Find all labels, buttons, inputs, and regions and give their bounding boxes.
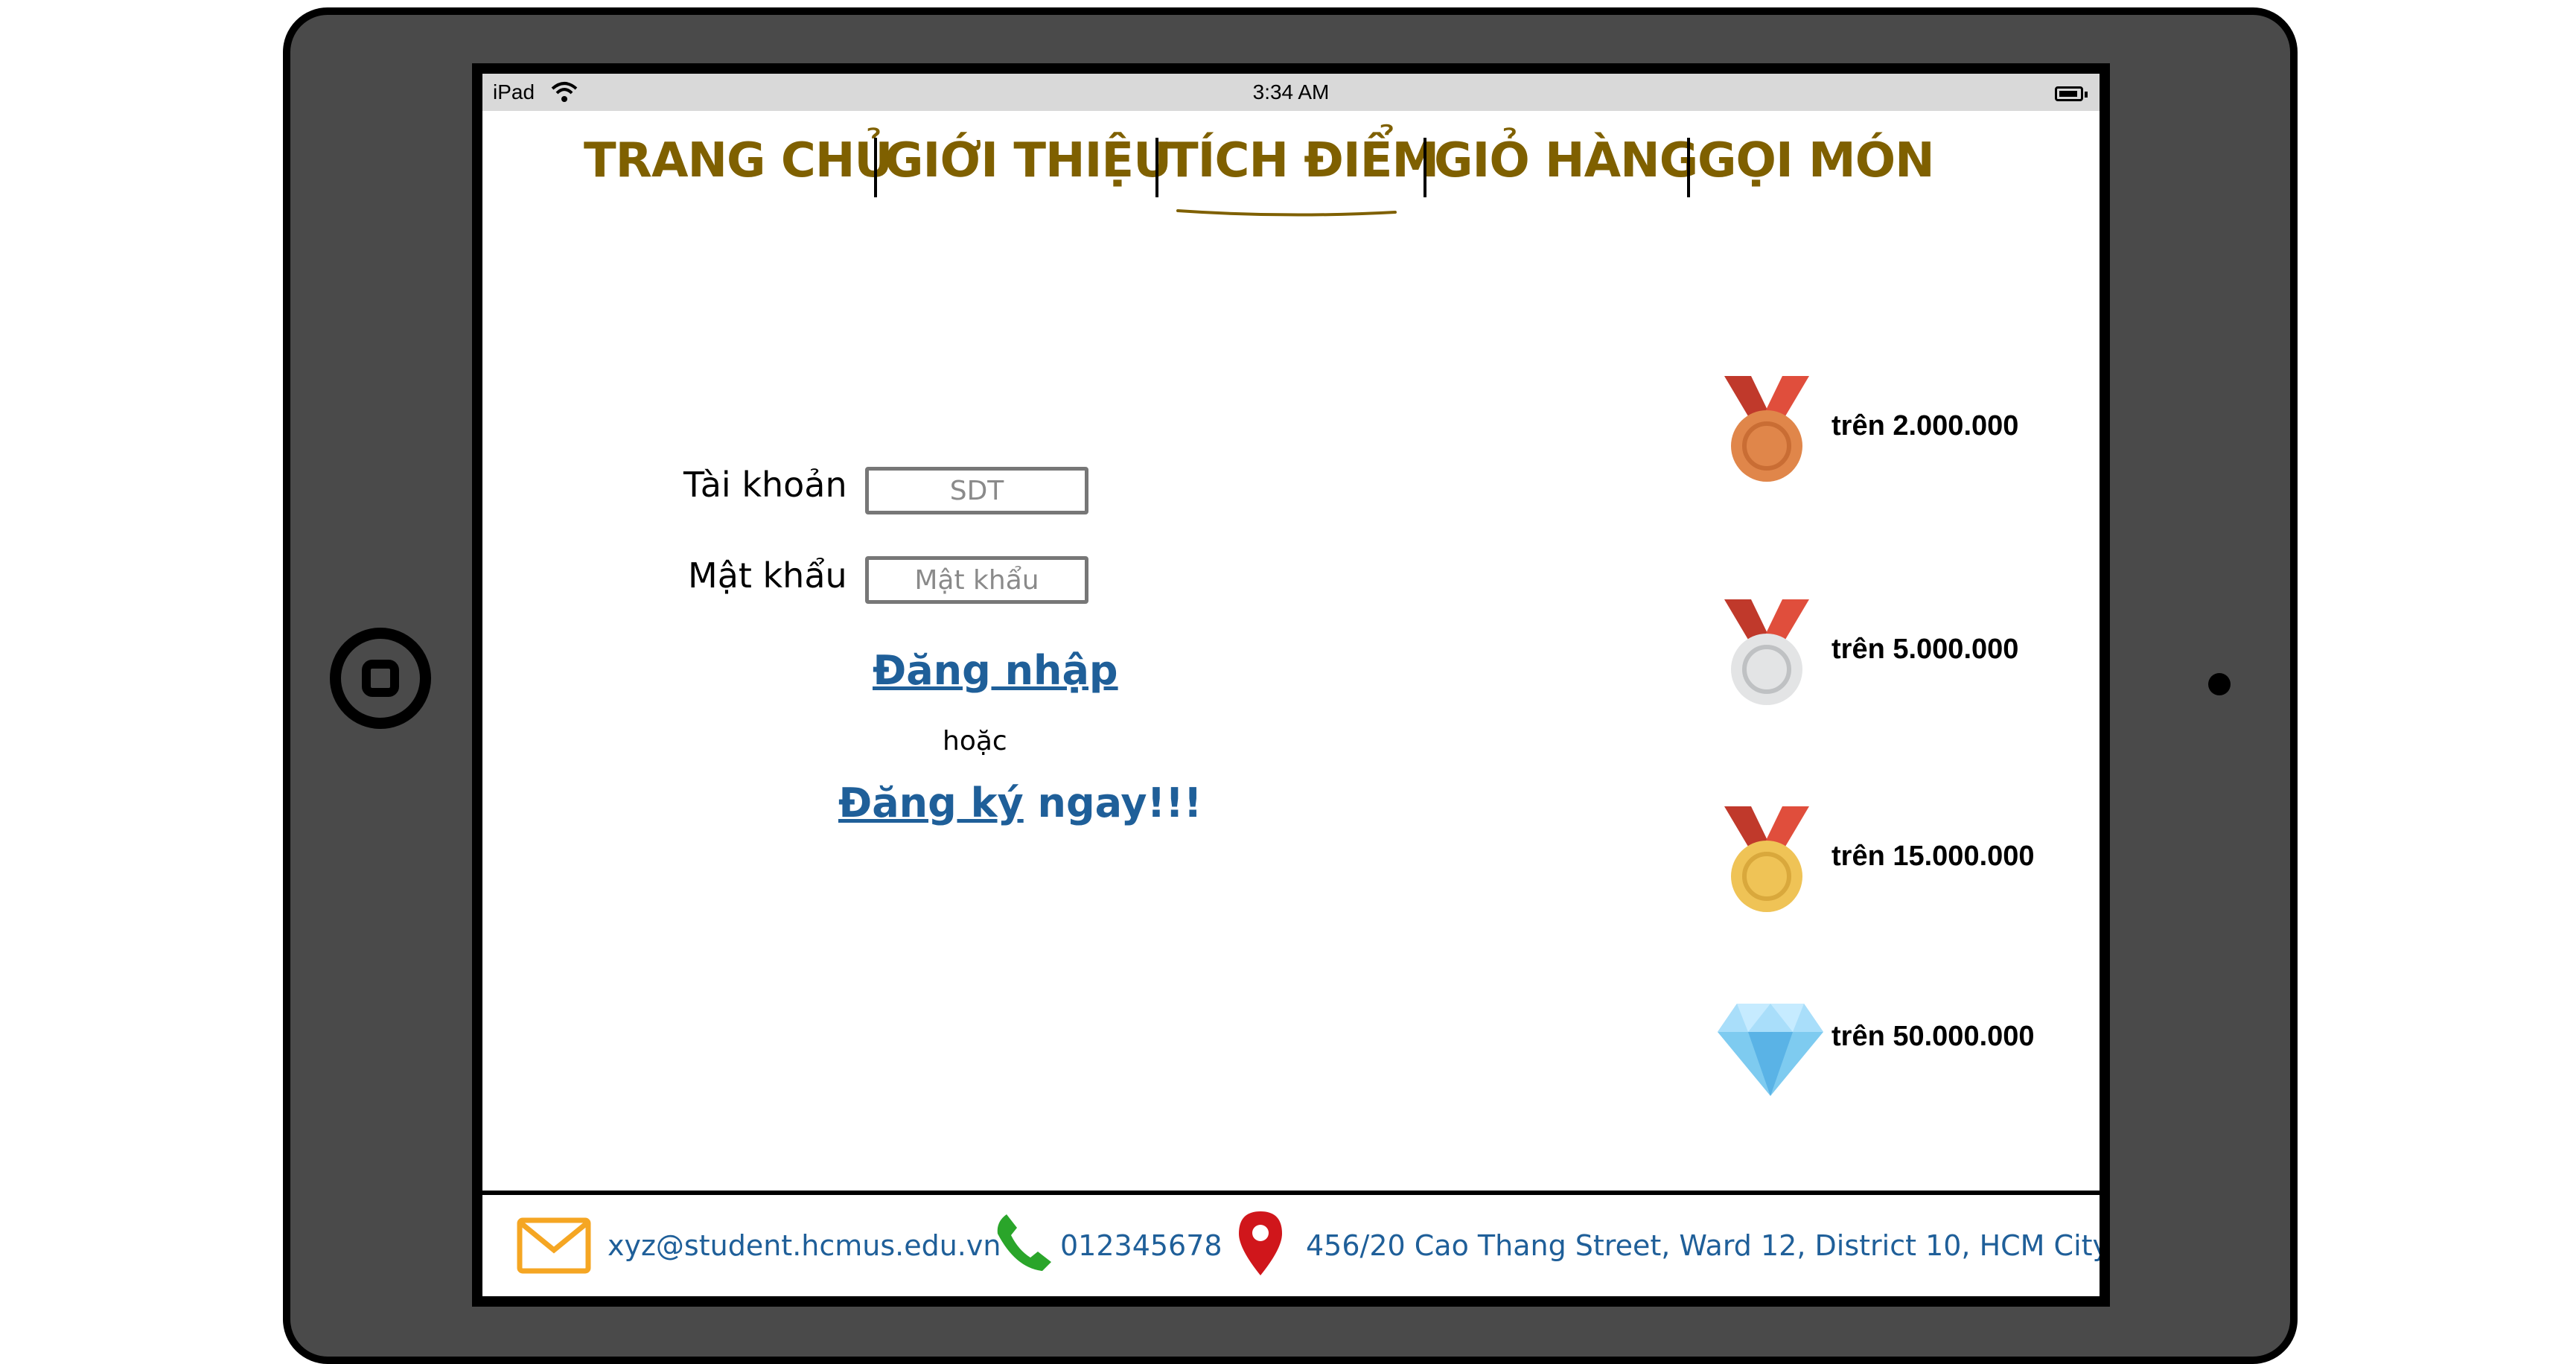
gold-medal-icon [1724,806,1809,912]
password-input[interactable] [865,556,1088,604]
battery-icon [2055,86,2088,101]
active-tab-underline [1176,209,1397,217]
login-link[interactable]: Đăng nhập [873,647,1118,694]
footer-phone[interactable]: 012345678 [1060,1229,1222,1262]
nav-item-gio-hang[interactable]: GIỎ HÀNG [1434,133,1698,188]
nav-separator [874,138,877,197]
home-button[interactable] [330,628,431,729]
tier-gold-text: trên 15.000.000 [1831,841,2035,872]
nav-item-trang-chu[interactable]: TRANG CHỦ [584,133,893,188]
nav-item-goi-mon[interactable]: GỌI MÓN [1697,133,1935,188]
nav-item-gioi-thieu[interactable]: GIỚI THIỆU [884,133,1172,188]
location-pin-icon [1239,1211,1282,1275]
silver-medal-icon [1724,599,1809,705]
account-label: Tài khoản [683,465,847,505]
phone-icon [997,1214,1051,1271]
status-time: 3:34 AM [1252,80,1330,103]
main-nav: TRANG CHỦ GIỚI THIỆU TÍCH ĐIỂM GIỎ HÀNG … [482,133,2100,223]
camera-dot [2208,673,2231,695]
tier-silver-text: trên 5.000.000 [1831,634,2019,665]
nav-item-tich-diem[interactable]: TÍCH ĐIỂM [1166,133,1439,188]
tier-diamond-text: trên 50.000.000 [1831,1021,2035,1052]
ipad-screen: iPad 3:34 AM TRANG CHỦ GIỚI THIỆU TÍCH Đ… [472,63,2110,1307]
signup-prompt: Đăng ký ngay!!! [838,780,1202,826]
account-input[interactable] [865,467,1088,514]
tier-bronze-text: trên 2.000.000 [1831,410,2019,442]
home-button-icon [362,660,399,697]
signup-link[interactable]: Đăng ký [838,780,1024,826]
footer: xyz@student.hcmus.edu.vn 012345678 456/2… [482,1195,2100,1296]
nav-separator [1155,138,1158,197]
footer-address: 456/20 Cao Thang Street, Ward 12, Distri… [1306,1229,2110,1262]
footer-email[interactable]: xyz@student.hcmus.edu.vn [608,1229,1001,1262]
or-text: hoặc [943,726,1007,756]
nav-separator [1424,138,1426,197]
status-bar: iPad 3:34 AM [482,74,2100,111]
bronze-medal-icon [1724,376,1809,482]
password-label: Mật khẩu [688,555,847,596]
signup-suffix: ngay!!! [1023,780,1202,826]
mail-icon [517,1217,591,1274]
diamond-icon [1718,1004,1823,1096]
nav-separator [1687,138,1690,197]
